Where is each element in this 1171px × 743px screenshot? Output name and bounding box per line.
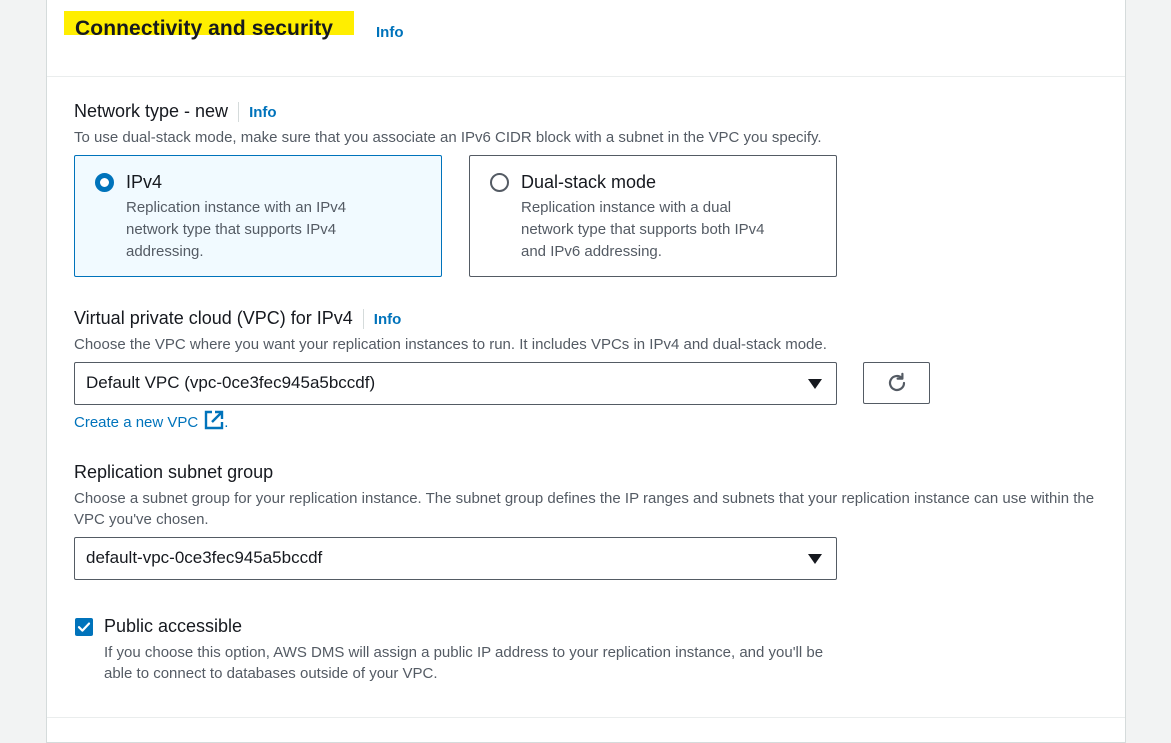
vpc-select-value: Default VPC (vpc-0ce3fec945a5bccdf)	[86, 373, 376, 392]
divider	[362, 309, 364, 330]
ipv4-option-title: IPv4	[126, 172, 163, 192]
section-title: Connectivity and security	[75, 17, 334, 40]
public-accessible-description: If you choose this option, AWS DMS will …	[104, 644, 824, 682]
ipv4-option-description: Replication instance with an IPv4 networ…	[126, 199, 347, 260]
dual-stack-option-tile[interactable]: Dual-stack mode Replication instance wit…	[469, 155, 837, 277]
vpc-description: Choose the VPC where you want your repli…	[74, 336, 827, 353]
vpc-label-row: Virtual private cloud (VPC) for IPv4 Info	[74, 308, 402, 330]
network-type-info-link[interactable]: Info	[249, 104, 277, 121]
network-type-label: Network type - new	[74, 101, 229, 121]
ipv4-option-tile[interactable]: IPv4 Replication instance with an IPv4 n…	[74, 155, 442, 277]
ipv4-radio[interactable]	[95, 173, 114, 192]
public-accessible-checkbox[interactable]	[75, 618, 93, 636]
caret-down-icon	[808, 554, 822, 564]
dual-stack-radio[interactable]	[490, 173, 509, 192]
subnet-group-select[interactable]: default-vpc-0ce3fec945a5bccdf	[74, 537, 837, 580]
subnet-group-select-value: default-vpc-0ce3fec945a5bccdf	[86, 548, 323, 567]
section-info-link[interactable]: Info	[376, 24, 404, 41]
refresh-vpc-button[interactable]	[863, 362, 930, 404]
network-type-description: To use dual-stack mode, make sure that y…	[74, 129, 822, 146]
vpc-label: Virtual private cloud (VPC) for IPv4	[74, 308, 353, 328]
public-accessible-label[interactable]: Public accessible	[104, 616, 242, 637]
create-vpc-link-row: Create a new VPC .	[74, 410, 228, 431]
vpc-info-link[interactable]: Info	[374, 311, 402, 328]
external-link-icon[interactable]	[204, 410, 224, 430]
subnet-group-label: Replication subnet group	[74, 462, 274, 482]
connectivity-security-panel: Connectivity and security Info Network t…	[46, 0, 1126, 743]
dual-stack-option-description: Replication instance with a dual network…	[521, 199, 765, 260]
create-vpc-link-suffix: .	[224, 414, 229, 431]
refresh-icon	[888, 372, 906, 392]
create-vpc-link[interactable]: Create a new VPC	[74, 414, 198, 431]
divider	[47, 717, 1125, 718]
check-icon	[77, 622, 91, 632]
dual-stack-option-title: Dual-stack mode	[521, 172, 657, 192]
subnet-group-description: Choose a subnet group for your replicati…	[74, 490, 1095, 528]
vpc-select[interactable]: Default VPC (vpc-0ce3fec945a5bccdf)	[74, 362, 837, 405]
caret-down-icon	[808, 379, 822, 389]
divider	[238, 102, 240, 123]
panel-header: Connectivity and security Info	[47, 0, 1125, 77]
network-type-label-row: Network type - new Info	[74, 101, 277, 123]
